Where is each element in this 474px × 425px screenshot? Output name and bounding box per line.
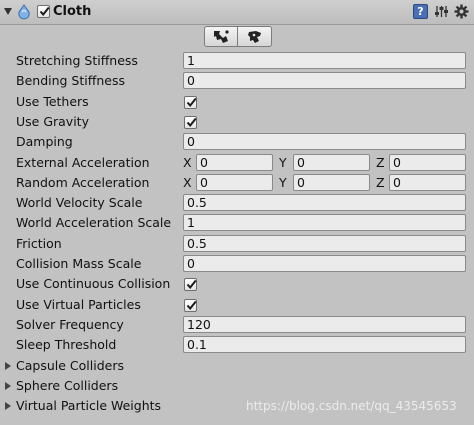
checkmark-icon	[186, 117, 197, 127]
foldout-sphere-colliders[interactable]: Sphere Colliders	[0, 376, 474, 396]
property-label: Stretching Stiffness	[16, 53, 138, 68]
random-acceleration-y-field[interactable]: 0	[293, 173, 370, 191]
foldout-arrow-icon[interactable]	[5, 361, 11, 370]
property-label: Bending Stiffness	[16, 73, 125, 89]
y-axis-label: Y	[279, 154, 287, 170]
random-acceleration-x-field[interactable]: 0	[196, 173, 273, 191]
property-label: Solver Frequency	[16, 316, 124, 332]
component-enabled-checkbox[interactable]	[37, 5, 50, 18]
cloth-edit-constraints-icon	[214, 29, 229, 43]
property-label: Collision Mass Scale	[16, 256, 142, 271]
cloth-toolbar	[204, 26, 272, 48]
external-acceleration-z-field[interactable]: 0	[389, 153, 466, 171]
property-row-use-virtual-particles: Use Virtual Particles	[0, 295, 474, 315]
edit-constraints-button[interactable]	[204, 26, 238, 47]
property-label: Sleep Threshold	[16, 337, 117, 353]
x-axis-label: X	[183, 154, 192, 170]
property-label: Damping	[16, 134, 73, 150]
property-row-stretching-stiffness: Stretching Stiffness 1	[0, 51, 474, 71]
sleep-threshold-field[interactable]: 0.1	[183, 336, 466, 354]
random-acceleration-z-field[interactable]: 0	[389, 173, 466, 191]
collision-mass-scale-field[interactable]: 0	[183, 255, 466, 272]
property-label: World Acceleration Scale	[16, 215, 172, 231]
gear-icon[interactable]	[454, 4, 469, 19]
watermark-text: https://blog.csdn.net/qq_43545653	[246, 399, 457, 413]
foldout-arrow-icon[interactable]	[5, 381, 11, 390]
foldout-label[interactable]: Sphere Colliders	[16, 378, 118, 393]
foldout-arrow-icon[interactable]	[5, 402, 11, 411]
friction-field[interactable]: 0.5	[183, 234, 466, 252]
x-axis-label: X	[183, 174, 192, 190]
property-row-damping: Damping 0	[0, 132, 474, 152]
foldout-label[interactable]: Capsule Colliders	[16, 358, 124, 373]
cloth-self-collision-icon	[247, 30, 261, 43]
use-continuous-collision-checkbox[interactable]	[184, 278, 197, 292]
property-label: Use Virtual Particles	[16, 296, 141, 312]
component-foldout-arrow-icon[interactable]	[4, 8, 12, 15]
help-icon[interactable]: ?	[413, 4, 428, 19]
checkmark-icon	[186, 300, 197, 310]
property-row-external-acceleration: External Acceleration X 0 Y 0 Z 0	[0, 153, 474, 173]
property-row-friction: Friction 0.5	[0, 234, 474, 254]
property-row-world-acceleration-scale: World Acceleration Scale 1	[0, 213, 474, 233]
external-acceleration-x-field[interactable]: 0	[196, 153, 273, 171]
stretching-stiffness-field[interactable]: 1	[183, 52, 466, 69]
self-collision-button[interactable]	[238, 26, 272, 47]
property-row-solver-frequency: Solver Frequency 120	[0, 315, 474, 335]
z-axis-label: Z	[376, 174, 385, 190]
world-acceleration-scale-field[interactable]: 1	[183, 214, 466, 232]
foldout-label[interactable]: Virtual Particle Weights	[16, 398, 161, 413]
use-virtual-particles-checkbox[interactable]	[184, 298, 197, 312]
use-tethers-checkbox[interactable]	[184, 95, 197, 109]
property-row-world-velocity-scale: World Velocity Scale 0.5	[0, 193, 474, 213]
property-label: Friction	[16, 235, 62, 251]
property-row-use-gravity: Use Gravity	[0, 112, 474, 132]
z-axis-label: Z	[376, 154, 385, 170]
property-row-sleep-threshold: Sleep Threshold 0.1	[0, 335, 474, 355]
property-row-collision-mass-scale: Collision Mass Scale 0	[0, 254, 474, 274]
foldout-capsule-colliders[interactable]: Capsule Colliders	[0, 356, 474, 376]
property-row-random-acceleration: Random Acceleration X 0 Y 0 Z 0	[0, 173, 474, 193]
property-row-use-tethers: Use Tethers	[0, 92, 474, 112]
damping-field[interactable]: 0	[183, 133, 466, 151]
property-row-use-continuous-collision: Use Continuous Collision	[0, 274, 474, 294]
y-axis-label: Y	[279, 174, 287, 190]
checkmark-icon	[186, 97, 197, 107]
property-row-bending-stiffness: Bending Stiffness 0	[0, 71, 474, 91]
bending-stiffness-field[interactable]: 0	[183, 72, 466, 90]
property-label: Use Continuous Collision	[16, 276, 171, 292]
checkmark-icon	[186, 280, 197, 290]
component-title: Cloth	[53, 4, 92, 19]
cloth-component-icon	[18, 4, 30, 20]
property-label: Random Acceleration	[16, 174, 150, 190]
component-header: Cloth ?	[0, 0, 474, 25]
solver-frequency-field[interactable]: 120	[183, 315, 466, 333]
property-label: Use Gravity	[16, 113, 89, 129]
checkmark-icon	[39, 6, 50, 17]
property-label: Use Tethers	[16, 93, 89, 109]
world-velocity-scale-field[interactable]: 0.5	[183, 194, 466, 212]
preset-sliders-icon[interactable]	[434, 4, 449, 19]
property-label: External Acceleration	[16, 154, 150, 170]
use-gravity-checkbox[interactable]	[184, 115, 197, 129]
external-acceleration-y-field[interactable]: 0	[293, 153, 370, 171]
property-label: World Velocity Scale	[16, 195, 143, 211]
